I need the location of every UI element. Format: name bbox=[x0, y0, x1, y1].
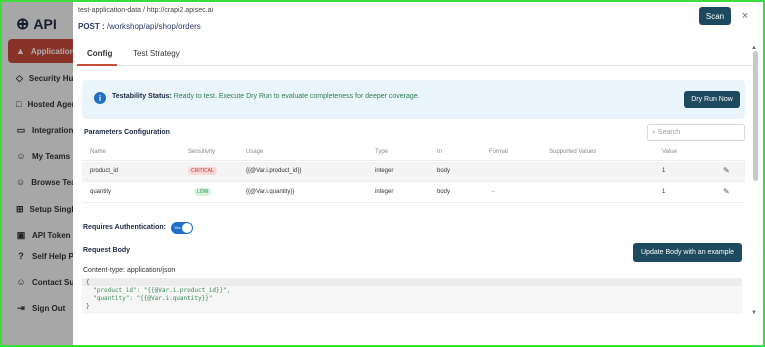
param-in: body bbox=[437, 189, 451, 195]
param-type: integer bbox=[375, 168, 394, 174]
search-input[interactable]: ⌕ Search bbox=[647, 124, 745, 141]
param-name: quantity bbox=[90, 189, 112, 195]
param-usage: {{@Var.i.product_id}} bbox=[246, 168, 302, 174]
edit-icon[interactable]: ✎ bbox=[723, 187, 730, 196]
toggle-text: Yes bbox=[174, 225, 181, 230]
param-value: 1 bbox=[662, 168, 666, 174]
update-body-button[interactable]: Update Body with an example bbox=[633, 243, 742, 262]
param-type: integer bbox=[375, 189, 394, 195]
http-method: POST : bbox=[78, 22, 105, 31]
edit-icon[interactable]: ✎ bbox=[723, 166, 730, 175]
status-detail: Ready to test. Execute Dry Run to evalua… bbox=[173, 93, 420, 100]
request-body-label: Request Body bbox=[83, 247, 131, 254]
scrollbar-thumb[interactable] bbox=[753, 51, 758, 181]
auth-toggle[interactable]: Yes bbox=[171, 222, 193, 234]
col-usage: Usage bbox=[246, 149, 264, 155]
tab-test-strategy[interactable]: Test Strategy bbox=[133, 49, 180, 58]
auth-label: Requires Authentication: bbox=[83, 224, 166, 231]
col-sensitivity: Sensitivity bbox=[188, 149, 216, 155]
sensitivity-badge: CRITICAL bbox=[188, 167, 217, 175]
endpoint-title: POST : /workshop/api/shop/orders bbox=[78, 22, 201, 31]
table-header: Name Sensitivity Usage Type In Format Su… bbox=[82, 145, 745, 161]
dry-run-button[interactable]: Dry Run Now bbox=[684, 91, 740, 108]
col-value: Value bbox=[662, 149, 677, 155]
code-line: { bbox=[86, 279, 90, 286]
modal-header: test-application-data / http://crapi2.ap… bbox=[73, 2, 763, 42]
current-line-highlight bbox=[82, 278, 742, 286]
col-supported-values: Supported Values bbox=[549, 149, 597, 155]
active-tab-indicator bbox=[77, 64, 117, 66]
tab-bar: Config Test Strategy bbox=[73, 45, 753, 66]
table-row[interactable]: product_id CRITICAL {{@Var.i.product_id}… bbox=[82, 162, 745, 182]
param-format: - bbox=[492, 189, 494, 195]
sensitivity-badge: LOW bbox=[194, 188, 212, 196]
close-icon[interactable]: × bbox=[739, 10, 751, 22]
param-usage: {{@Var.i.quantity}} bbox=[246, 189, 295, 195]
tab-config[interactable]: Config bbox=[87, 49, 112, 58]
code-line: } bbox=[86, 303, 90, 310]
search-placeholder: Search bbox=[657, 129, 681, 136]
code-line: "product_id": "{{@Var.i.product_id}}", bbox=[86, 287, 231, 294]
request-body-editor[interactable]: { "product_id": "{{@Var.i.product_id}}",… bbox=[82, 278, 742, 314]
col-in: In bbox=[437, 149, 443, 155]
content-type-label: Content-type: application/json bbox=[83, 267, 176, 274]
endpoint-modal: test-application-data / http://crapi2.ap… bbox=[73, 2, 763, 345]
param-name: product_id bbox=[90, 168, 119, 174]
toggle-knob bbox=[182, 223, 192, 233]
scroll-down-icon[interactable]: ▼ bbox=[751, 310, 757, 316]
params-title: Parameters Configuration bbox=[84, 129, 170, 136]
endpoint-path: /workshop/api/shop/orders bbox=[106, 22, 201, 31]
testability-status-banner: i Testability Status: Ready to test. Exe… bbox=[82, 80, 745, 119]
scan-button[interactable]: Scan bbox=[699, 7, 731, 25]
breadcrumb: test-application-data / http://crapi2.ap… bbox=[78, 7, 214, 14]
info-icon: i bbox=[94, 92, 106, 104]
col-format: Format bbox=[489, 149, 509, 155]
code-line: "quantity": "{{@Var.i.quantity}}" bbox=[86, 295, 213, 302]
param-in: body bbox=[437, 168, 451, 174]
status-title: Testability Status: bbox=[112, 93, 172, 100]
param-value: 1 bbox=[662, 189, 666, 195]
status-message: Testability Status: Ready to test. Execu… bbox=[112, 93, 420, 100]
table-row[interactable]: quantity LOW {{@Var.i.quantity}} integer… bbox=[82, 183, 745, 203]
search-icon: ⌕ bbox=[652, 128, 656, 136]
col-type: Type bbox=[375, 149, 389, 155]
col-name: Name bbox=[90, 149, 107, 155]
